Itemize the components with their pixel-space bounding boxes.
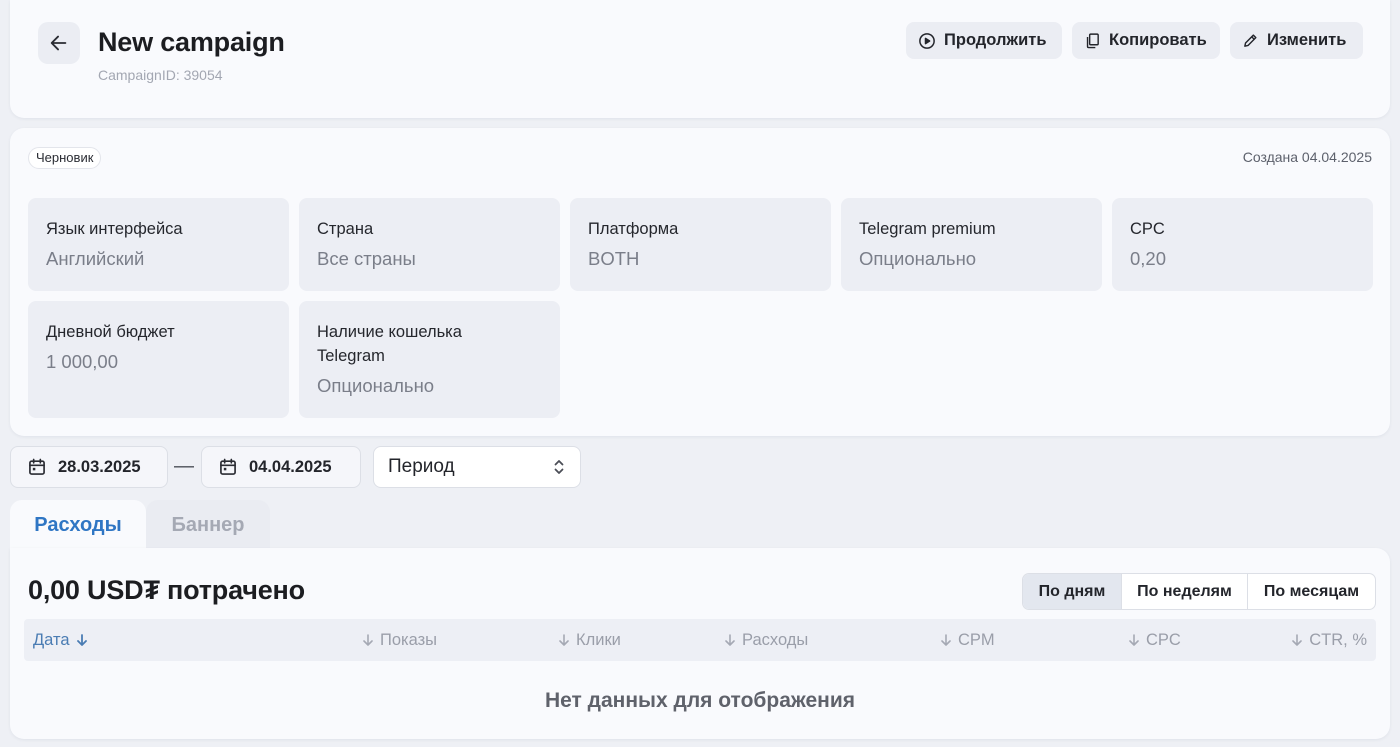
tile-value: Опционально (317, 375, 435, 396)
chevron-up-down-icon (554, 460, 564, 474)
tile-value: BOTH (588, 248, 640, 269)
arrow-down-icon (1292, 634, 1303, 646)
tile-label: Наличие кошелька Telegram (317, 323, 462, 365)
tile-value: 1 000,00 (46, 351, 119, 372)
column-cpm[interactable]: CPM (940, 619, 995, 661)
info-tile-telegram-wallet: Наличие кошелька Telegram Опционально (299, 301, 560, 418)
info-tile-cpc: CPC 0,20 (1112, 198, 1373, 291)
arrow-down-icon (941, 634, 951, 646)
column-cpc[interactable]: CPC (1128, 619, 1181, 661)
info-tile-country: Страна Все страны (299, 198, 560, 291)
spent-total: 0,00 USD₮ потрачено (28, 575, 305, 605)
play-circle-icon (919, 32, 935, 49)
column-label: CPM (958, 630, 995, 649)
continue-label: Продолжить (944, 31, 1047, 49)
column-clicks[interactable]: Клики (558, 619, 621, 661)
date-range-separator: — (174, 455, 194, 477)
period-select[interactable]: Период (373, 446, 581, 488)
tile-label: Дневной бюджет (46, 323, 175, 341)
by-weeks-button[interactable]: По неделям (1121, 574, 1247, 609)
period-select-value: Период (388, 456, 455, 477)
date-from-value: 28.03.2025 (58, 457, 141, 476)
tab-expenses[interactable]: Расходы (10, 500, 146, 550)
tile-value: Все страны (317, 248, 416, 269)
tile-label: Страна (317, 220, 374, 238)
column-label: Показы (380, 630, 438, 649)
arrow-down-icon (363, 634, 373, 646)
column-label: Расходы (742, 630, 809, 649)
arrow-left-icon (50, 35, 67, 51)
tile-value: Английский (46, 248, 145, 269)
campaign-info-card: Черновик Создана 04.04.2025 Язык интерфе… (10, 128, 1390, 436)
tile-label: Telegram premium (859, 220, 996, 238)
column-label: CTR, % (1309, 630, 1367, 649)
page-title: New campaign (98, 27, 285, 57)
tab-banner[interactable]: Баннер (146, 500, 270, 550)
calendar-icon (220, 458, 236, 475)
campaign-id: CampaignID: 39054 (98, 67, 223, 83)
edit-label: Изменить (1267, 31, 1347, 49)
tile-label: Платформа (588, 220, 679, 238)
by-days-button[interactable]: По дням (1023, 574, 1121, 609)
pencil-icon (1244, 34, 1257, 47)
status-badge: Черновик (28, 147, 102, 169)
date-to-value: 04.04.2025 (249, 457, 332, 476)
granularity-switch: По дням По неделям По месяцам (1022, 573, 1376, 610)
edit-button[interactable]: Изменить (1230, 22, 1363, 59)
calendar-icon (29, 458, 45, 475)
empty-state-message: Нет данных для отображения (544, 689, 856, 712)
info-tile-platform: Платформа BOTH (570, 198, 831, 291)
tile-value: Опционально (859, 248, 977, 269)
date-from-field[interactable]: 28.03.2025 (10, 446, 168, 488)
arrow-down-icon (559, 634, 569, 646)
table-header: Дата Показы Клики Расходы CPM CPC CTR, % (24, 619, 1376, 661)
info-tile-language: Язык интерфейса Английский (28, 198, 289, 291)
copy-button[interactable]: Копировать (1072, 22, 1220, 59)
date-to-field[interactable]: 04.04.2025 (201, 446, 361, 488)
tile-value: 0,20 (1130, 248, 1167, 269)
column-expenses[interactable]: Расходы (724, 619, 808, 661)
info-tile-daily-budget: Дневной бюджет 1 000,00 (28, 301, 289, 418)
arrow-down-icon (76, 634, 87, 646)
back-button[interactable] (38, 22, 80, 64)
campaign-header: New campaign CampaignID: 39054 Продолжит… (10, 0, 1390, 118)
info-tile-telegram-premium: Telegram premium Опционально (841, 198, 1102, 291)
column-ctr[interactable]: CTR, % (1291, 619, 1367, 661)
column-label: Дата (33, 630, 70, 649)
column-label: CPC (1146, 630, 1181, 649)
by-months-button[interactable]: По месяцам (1247, 574, 1375, 609)
tile-label: CPC (1130, 220, 1165, 238)
created-date: Создана 04.04.2025 (1242, 149, 1372, 165)
arrow-down-icon (725, 634, 735, 646)
expenses-panel: 0,00 USD₮ потрачено По дням По неделям П… (10, 548, 1390, 739)
copy-icon (1086, 33, 1099, 49)
column-date[interactable]: Дата (33, 619, 88, 661)
column-impressions[interactable]: Показы (362, 619, 437, 661)
column-label: Клики (576, 630, 621, 649)
continue-button[interactable]: Продолжить (906, 22, 1062, 59)
copy-label: Копировать (1109, 31, 1207, 49)
arrow-down-icon (1129, 634, 1139, 646)
tile-label: Язык интерфейса (46, 220, 183, 238)
